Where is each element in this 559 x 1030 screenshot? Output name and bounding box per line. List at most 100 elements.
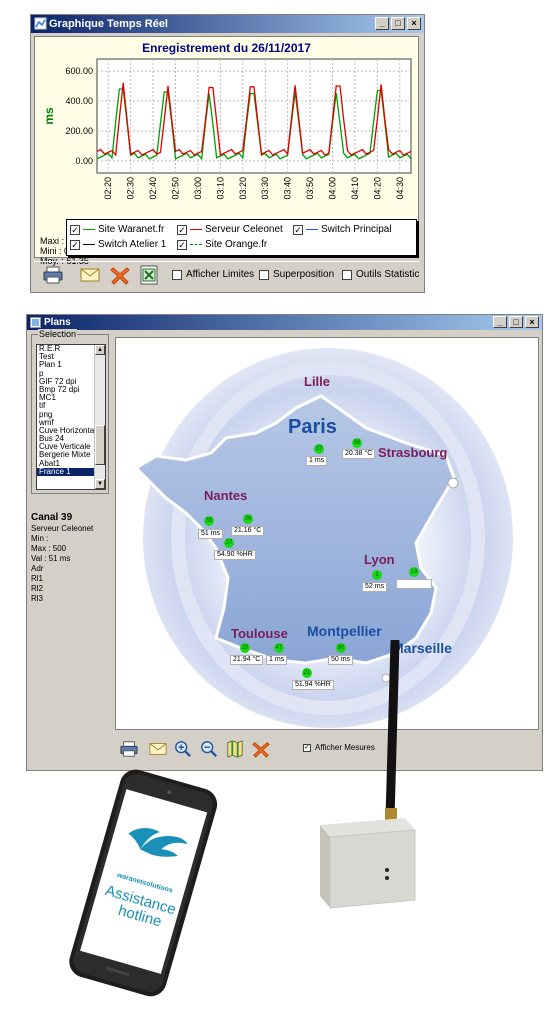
channel-marker[interactable]: 20 [240,643,250,653]
list-scrollbar[interactable]: ▲ ▼ [94,345,105,489]
realtime-chart-window: Graphique Temps Réel _ □ × Enregistremen… [30,14,425,293]
maximize-button[interactable]: □ [391,17,405,30]
chart-title: Enregistrement du 26/11/2017 [142,41,311,55]
info-line: Min : [31,534,49,543]
x-tick-label: 03:10 [215,177,225,200]
legend-checkbox[interactable]: ✓ [177,239,187,250]
channel-marker[interactable]: 27 [224,538,234,548]
channel-value: 1 ms [266,655,288,665]
gsm-gateway-illustration [320,640,416,909]
option-afficher-limites[interactable]: Afficher Limites [172,269,254,280]
x-tick-label: 04:20 [372,177,382,200]
info-line: Max : 500 [31,544,67,553]
option-superposition[interactable]: Superposition [259,269,334,280]
window-titlebar[interactable]: Plans _ □ × [27,315,542,330]
channel-marker[interactable]: 26 [243,514,253,524]
legend-swatch [306,229,318,230]
email-icon[interactable] [79,265,101,285]
channel-value: 21.16 °C [231,526,265,536]
legend-swatch [190,244,202,245]
zoom-out-icon[interactable] [199,740,219,758]
x-tick-label: 02:30 [126,177,136,200]
option-label: Afficher Limites [186,269,255,280]
chart-panel: Enregistrement du 26/11/2017 600.00 400.0… [34,36,419,266]
city-label-lyon: Lyon [364,552,395,567]
info-line: Rl2 [31,584,44,593]
channel-marker[interactable]: 36 [352,438,362,448]
city-label-nantes: Nantes [204,488,248,503]
option-label: Superposition [273,269,335,280]
info-line: Rl1 [31,574,44,583]
legend-label: Site Waranet.fr [98,224,165,235]
channel-marker[interactable]: 1 [372,570,382,580]
city-label-paris: Paris [288,416,337,438]
legend-checkbox[interactable]: ✓ [70,239,80,250]
legend-swatch [83,229,95,230]
legend-swatch [190,229,202,230]
window-titlebar[interactable]: Graphique Temps Réel _ □ × [31,15,424,33]
close-button[interactable]: × [525,316,539,328]
chart-app-icon [34,17,47,30]
legend-item-orange[interactable]: ✓ Site Orange.fr [177,239,267,250]
city-label-montpellier: Montpellier [307,623,382,639]
legend-checkbox[interactable]: ✓ [293,224,303,235]
legend-item-switch-principal[interactable]: ✓ Switch Principal [293,224,392,235]
zoom-in-icon[interactable] [173,740,193,758]
channel-marker[interactable]: 47 [274,643,284,653]
plans-window: Plans _ □ × Selection R.E.R Test Plan 1 … [26,314,543,771]
channel-info: Canal 39 Serveur Celeonet Min : Max : 50… [31,512,93,604]
checkbox[interactable] [342,269,352,280]
city-label-toulouse: Toulouse [231,626,288,641]
scroll-up-button[interactable]: ▲ [95,345,105,355]
chart-toolbar: Afficher Limites Superposition Outils St… [34,261,419,290]
legend-swatch [83,244,95,245]
delete-icon[interactable] [109,265,131,285]
legend-item-celeonet[interactable]: ✓ Serveur Celeonet [177,224,283,235]
channel-value [396,579,432,589]
x-tick-label: 04:30 [395,177,405,200]
channel-marker[interactable]: 39 [204,516,214,526]
checkbox[interactable] [172,269,182,280]
minimize-button[interactable]: _ [375,17,389,30]
close-button[interactable]: × [407,17,421,30]
channel-value: 1 ms [306,456,328,466]
channel-marker[interactable]: 13 [409,567,419,577]
scroll-down-button[interactable]: ▼ [95,479,105,489]
map-icon[interactable] [225,740,245,758]
x-tick-label: 02:20 [103,177,113,200]
x-tick-label: 03:20 [238,177,248,200]
legend-checkbox[interactable]: ✓ [70,224,80,235]
legend-item-waranet[interactable]: ✓ Site Waranet.fr [70,224,164,235]
channel-marker[interactable]: 37 [314,444,324,454]
x-tick-label: 03:40 [283,177,293,200]
legend-checkbox[interactable]: ✓ [177,224,187,235]
printer-icon[interactable] [42,265,64,285]
delete-icon[interactable] [251,740,271,758]
option-label: Outils Statistic [356,269,420,280]
channel-value: 20.38 °C [342,449,376,459]
maximize-button[interactable]: □ [509,316,523,328]
y-tick-label: 200.00 [65,126,93,136]
y-tick-label: 0.00 [75,156,93,166]
window-title: Plans [44,317,71,328]
channel-value: 21.94 °C [230,655,264,665]
x-tick-label: 04:10 [350,177,360,200]
channel-heading: Canal 39 [31,512,73,523]
x-tick-label: 02:40 [148,177,158,200]
legend-label: Serveur Celeonet [205,224,283,235]
y-tick-label: 400.00 [65,96,93,106]
minimize-button[interactable]: _ [493,316,507,328]
chart-legend: ✓ Site Waranet.fr ✓ Serveur Celeonet ✓ S… [66,219,417,256]
plans-app-icon [30,317,41,328]
excel-icon[interactable] [138,265,160,285]
channel-value: 51 ms [198,529,224,539]
printer-icon[interactable] [119,740,139,758]
scroll-thumb[interactable] [95,425,105,465]
plan-listbox[interactable]: R.E.R Test Plan 1 p GIF 72 dpi Bmp 72 dp… [36,344,106,490]
legend-item-switch-atelier[interactable]: ✓ Switch Atelier 1 [70,239,166,250]
x-tick-label: 02:50 [171,177,181,200]
email-icon[interactable] [148,740,168,758]
option-outils-statistic[interactable]: Outils Statistic [342,269,419,280]
checkbox[interactable] [259,269,269,280]
x-tick-label: 03:50 [305,177,315,200]
